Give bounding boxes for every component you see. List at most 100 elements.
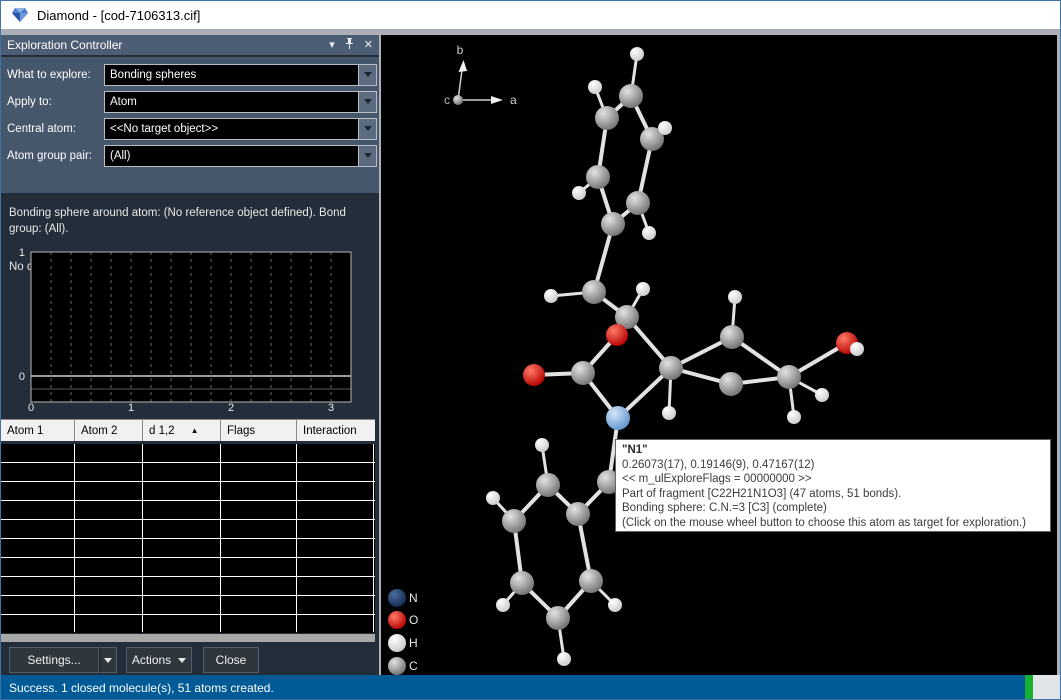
atom-H[interactable] (815, 388, 829, 402)
atom-C[interactable] (502, 509, 526, 533)
column-header-flags[interactable]: Flags (221, 420, 296, 441)
table-cell[interactable] (75, 539, 142, 557)
table-cell[interactable] (374, 558, 375, 576)
table-cell[interactable] (221, 463, 296, 481)
atom-H[interactable] (728, 290, 742, 304)
atom-H[interactable] (588, 80, 602, 94)
table-cell[interactable] (75, 558, 142, 576)
table-cell[interactable] (143, 596, 220, 614)
table-cell[interactable] (1, 539, 74, 557)
table-cell[interactable] (75, 501, 142, 519)
table-cell[interactable] (297, 577, 373, 595)
table-cell[interactable] (143, 482, 220, 500)
atom-C[interactable] (719, 372, 743, 396)
pin-icon[interactable] (345, 38, 354, 52)
atom-C[interactable] (536, 473, 560, 497)
combo-dropdown-button[interactable] (358, 146, 376, 166)
table-cell[interactable] (143, 520, 220, 538)
table-cell[interactable] (1, 577, 74, 595)
atom-C[interactable] (595, 106, 619, 130)
atom-C[interactable] (510, 571, 534, 595)
atom-C[interactable] (579, 569, 603, 593)
combo-dropdown-button[interactable] (358, 65, 376, 85)
atom-C[interactable] (720, 325, 744, 349)
atom-H[interactable] (850, 342, 864, 356)
atom-H[interactable] (486, 491, 500, 505)
table-cell[interactable] (297, 539, 373, 557)
table-cell[interactable] (374, 463, 375, 481)
close-button[interactable]: Close (203, 647, 259, 673)
table-cell[interactable] (1, 463, 74, 481)
table-cell[interactable] (221, 444, 296, 462)
table-cell[interactable] (374, 444, 375, 462)
atom-C[interactable] (659, 356, 683, 380)
atom-C[interactable] (571, 361, 595, 385)
combo-dropdown-button[interactable] (358, 92, 376, 112)
column-header-interaction[interactable]: Interaction (297, 420, 375, 441)
panel-menu-icon[interactable]: ▾ (329, 40, 335, 51)
atom-N[interactable] (606, 406, 630, 430)
table-cell[interactable] (143, 463, 220, 481)
atom-H[interactable] (787, 410, 801, 424)
atom-H[interactable] (535, 438, 549, 452)
structure-viewport[interactable]: abcNOHC "N1" 0.26073(17), 0.19146(9), 0.… (381, 35, 1057, 675)
table-cell[interactable] (75, 482, 142, 500)
actions-button[interactable]: Actions (126, 647, 192, 673)
table-cell[interactable] (374, 577, 375, 595)
atom-C[interactable] (619, 84, 643, 108)
table-cell[interactable] (297, 463, 373, 481)
table-cell[interactable] (75, 444, 142, 462)
table-cell[interactable] (374, 482, 375, 500)
atom-H[interactable] (608, 598, 622, 612)
settings-button[interactable]: Settings... (9, 647, 99, 673)
atom-O[interactable] (606, 324, 628, 346)
table-cell[interactable] (374, 615, 375, 633)
atom-H[interactable] (642, 226, 656, 240)
panel-header[interactable]: Exploration Controller ▾ ✕ (1, 35, 379, 55)
table-cell[interactable] (221, 520, 296, 538)
atom-O[interactable] (523, 364, 545, 386)
table-cell[interactable] (1, 444, 74, 462)
table-cell[interactable] (297, 482, 373, 500)
table-cell[interactable] (374, 501, 375, 519)
atom-H[interactable] (544, 289, 558, 303)
table-cell[interactable] (75, 577, 142, 595)
table-cell[interactable] (1, 520, 74, 538)
atom-H[interactable] (636, 282, 650, 296)
table-cell[interactable] (1, 482, 74, 500)
table-cell[interactable] (221, 501, 296, 519)
table-cell[interactable] (297, 444, 373, 462)
atom-H[interactable] (662, 406, 676, 420)
combo-apply-to[interactable]: Atom (104, 91, 377, 113)
table-cell[interactable] (1, 615, 74, 633)
atom-C[interactable] (626, 191, 650, 215)
table-cell[interactable] (221, 577, 296, 595)
atom-H[interactable] (496, 598, 510, 612)
table-cell[interactable] (143, 501, 220, 519)
table-cell[interactable] (221, 596, 296, 614)
column-header-d-1-2[interactable]: d 1,2▲ (143, 420, 220, 441)
table-cell[interactable] (1, 596, 74, 614)
atom-C[interactable] (586, 165, 610, 189)
combo-atom-group-pair[interactable]: (All) (104, 145, 377, 167)
atom-C[interactable] (582, 280, 606, 304)
atom-H[interactable] (557, 652, 571, 666)
atom-C[interactable] (601, 212, 625, 236)
table-cell[interactable] (297, 596, 373, 614)
table-cell[interactable] (221, 482, 296, 500)
table-cell[interactable] (143, 615, 220, 633)
table-cell[interactable] (297, 615, 373, 633)
distance-chart[interactable]: 100123 (1, 245, 379, 417)
table-cell[interactable] (221, 558, 296, 576)
horizontal-scrollbar[interactable] (1, 634, 375, 642)
atom-H[interactable] (572, 186, 586, 200)
table-cell[interactable] (75, 520, 142, 538)
table-cell[interactable] (297, 558, 373, 576)
atom-C[interactable] (546, 606, 570, 630)
table-cell[interactable] (143, 444, 220, 462)
table-cell[interactable] (143, 558, 220, 576)
table-cell[interactable] (143, 577, 220, 595)
column-header-atom-2[interactable]: Atom 2 (75, 420, 142, 441)
atom-H[interactable] (630, 47, 644, 61)
settings-dropdown-button[interactable] (99, 647, 117, 673)
